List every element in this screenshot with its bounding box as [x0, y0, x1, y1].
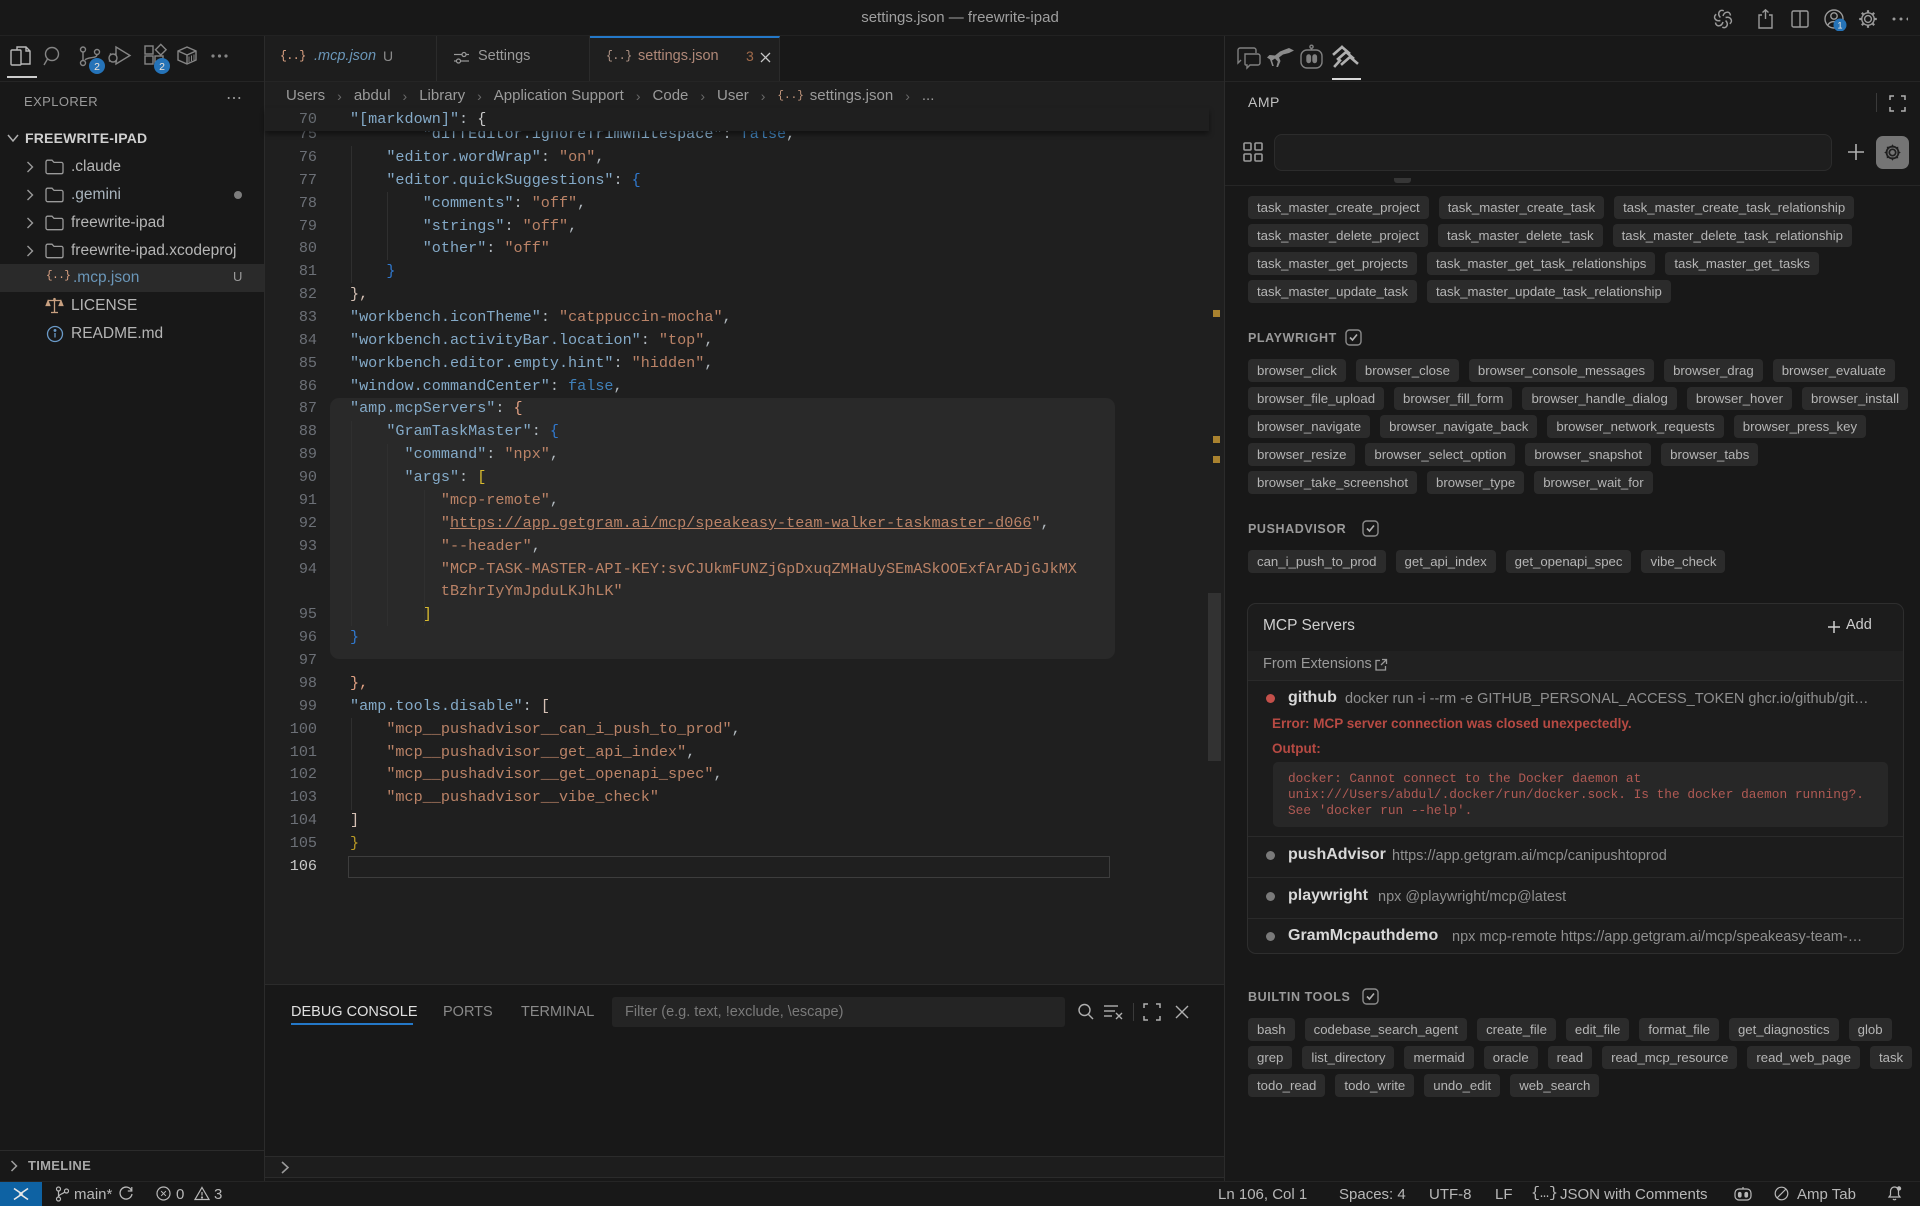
svg-text:2: 2 — [94, 61, 100, 73]
svg-text:2: 2 — [159, 61, 165, 73]
svg-text:1: 1 — [1837, 21, 1842, 31]
